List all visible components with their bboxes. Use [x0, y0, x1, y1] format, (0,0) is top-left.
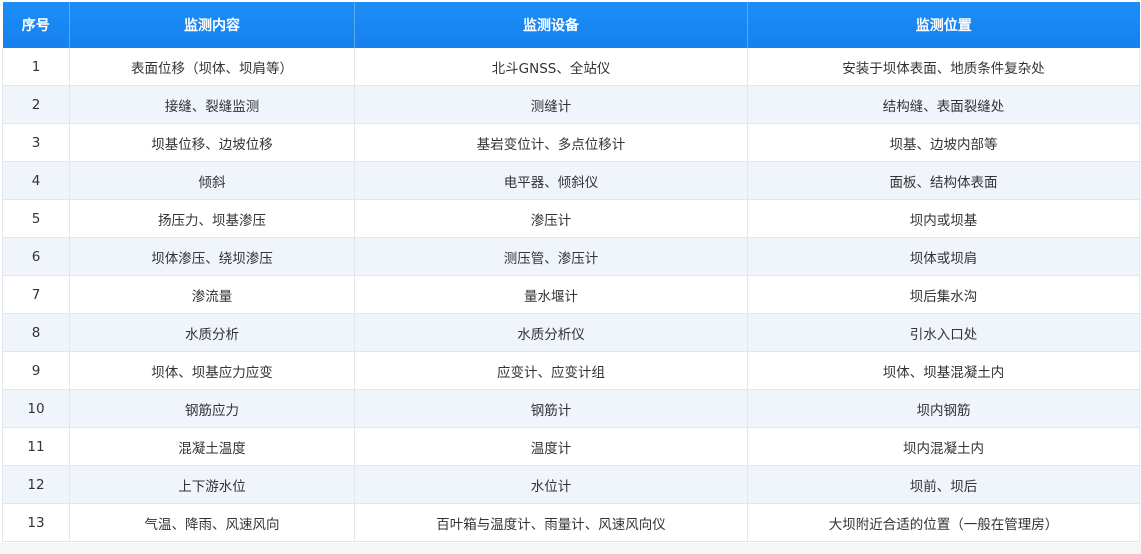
cell-index: 13	[2, 503, 70, 542]
cell-device: 百叶箱与温度计、雨量计、风速风向仪	[354, 503, 748, 542]
cell-content: 坝基位移、边坡位移	[69, 123, 355, 162]
cell-content: 渗流量	[69, 275, 355, 314]
cell-index: 5	[2, 199, 70, 238]
header-index: 序号	[2, 2, 70, 48]
header-device: 监测设备	[354, 2, 748, 48]
cell-content: 混凝土温度	[69, 427, 355, 466]
cell-device: 量水堰计	[354, 275, 748, 314]
table-row: 8 水质分析 水质分析仪 引水入口处	[2, 313, 1140, 352]
cell-index: 12	[2, 465, 70, 504]
cell-location: 结构缝、表面裂缝处	[747, 85, 1140, 124]
cell-index: 10	[2, 389, 70, 428]
table-row: 2 接缝、裂缝监测 测缝计 结构缝、表面裂缝处	[2, 85, 1140, 124]
header-location: 监测位置	[747, 2, 1140, 48]
table-row: 12 上下游水位 水位计 坝前、坝后	[2, 465, 1140, 504]
table-row: 6 坝体渗压、绕坝渗压 测压管、渗压计 坝体或坝肩	[2, 237, 1140, 276]
header-content: 监测内容	[69, 2, 355, 48]
table-row: 7 渗流量 量水堰计 坝后集水沟	[2, 275, 1140, 314]
cell-content: 接缝、裂缝监测	[69, 85, 355, 124]
cell-content: 上下游水位	[69, 465, 355, 504]
cell-content: 扬压力、坝基渗压	[69, 199, 355, 238]
cell-index: 11	[2, 427, 70, 466]
cell-index: 9	[2, 351, 70, 390]
cell-index: 4	[2, 161, 70, 200]
cell-content: 坝体、坝基应力应变	[69, 351, 355, 390]
cell-device: 北斗GNSS、全站仪	[354, 48, 748, 86]
cell-location: 坝前、坝后	[747, 465, 1140, 504]
cell-device: 水质分析仪	[354, 313, 748, 352]
cell-index: 1	[2, 48, 70, 86]
cell-content: 气温、降雨、风速风向	[69, 503, 355, 542]
table-row: 13 气温、降雨、风速风向 百叶箱与温度计、雨量计、风速风向仪 大坝附近合适的位置（一…	[2, 503, 1140, 542]
cell-location: 引水入口处	[747, 313, 1140, 352]
cell-device: 渗压计	[354, 199, 748, 238]
page-bottom-strip	[0, 543, 1141, 554]
cell-location: 坝内钢筋	[747, 389, 1140, 428]
cell-index: 3	[2, 123, 70, 162]
cell-device: 温度计	[354, 427, 748, 466]
cell-content: 水质分析	[69, 313, 355, 352]
cell-device: 测压管、渗压计	[354, 237, 748, 276]
cell-location: 坝体、坝基混凝土内	[747, 351, 1140, 390]
table-header: 序号 监测内容 监测设备 监测位置	[2, 2, 1140, 48]
cell-location: 大坝附近合适的位置（一般在管理房）	[747, 503, 1140, 542]
cell-location: 安装于坝体表面、地质条件复杂处	[747, 48, 1140, 86]
cell-location: 坝后集水沟	[747, 275, 1140, 314]
cell-device: 测缝计	[354, 85, 748, 124]
table-row: 3 坝基位移、边坡位移 基岩变位计、多点位移计 坝基、边坡内部等	[2, 123, 1140, 162]
cell-location: 坝体或坝肩	[747, 237, 1140, 276]
table-row: 4 倾斜 电平器、倾斜仪 面板、结构体表面	[2, 161, 1140, 200]
cell-index: 8	[2, 313, 70, 352]
cell-index: 6	[2, 237, 70, 276]
table-body: 1 表面位移（坝体、坝肩等） 北斗GNSS、全站仪 安装于坝体表面、地质条件复杂处 2 接…	[2, 48, 1140, 542]
table-row: 9 坝体、坝基应力应变 应变计、应变计组 坝体、坝基混凝土内	[2, 351, 1140, 390]
monitoring-table-container: 序号 监测内容 监测设备 监测位置 1 表面位移（坝体、坝肩等） 北斗GNSS、全站…	[2, 2, 1140, 542]
cell-device: 应变计、应变计组	[354, 351, 748, 390]
cell-index: 7	[2, 275, 70, 314]
table-row: 10 钢筋应力 钢筋计 坝内钢筋	[2, 389, 1140, 428]
cell-content: 表面位移（坝体、坝肩等）	[69, 48, 355, 86]
cell-device: 电平器、倾斜仪	[354, 161, 748, 200]
cell-device: 基岩变位计、多点位移计	[354, 123, 748, 162]
cell-device: 钢筋计	[354, 389, 748, 428]
cell-index: 2	[2, 85, 70, 124]
cell-content: 坝体渗压、绕坝渗压	[69, 237, 355, 276]
header-row: 序号 监测内容 监测设备 监测位置	[2, 2, 1140, 48]
cell-content: 倾斜	[69, 161, 355, 200]
cell-location: 面板、结构体表面	[747, 161, 1140, 200]
monitoring-table: 序号 监测内容 监测设备 监测位置 1 表面位移（坝体、坝肩等） 北斗GNSS、全站…	[2, 2, 1140, 542]
cell-device: 水位计	[354, 465, 748, 504]
table-row: 5 扬压力、坝基渗压 渗压计 坝内或坝基	[2, 199, 1140, 238]
cell-location: 坝内或坝基	[747, 199, 1140, 238]
cell-location: 坝基、边坡内部等	[747, 123, 1140, 162]
cell-content: 钢筋应力	[69, 389, 355, 428]
cell-location: 坝内混凝土内	[747, 427, 1140, 466]
table-row: 11 混凝土温度 温度计 坝内混凝土内	[2, 427, 1140, 466]
table-row: 1 表面位移（坝体、坝肩等） 北斗GNSS、全站仪 安装于坝体表面、地质条件复杂处	[2, 48, 1140, 86]
